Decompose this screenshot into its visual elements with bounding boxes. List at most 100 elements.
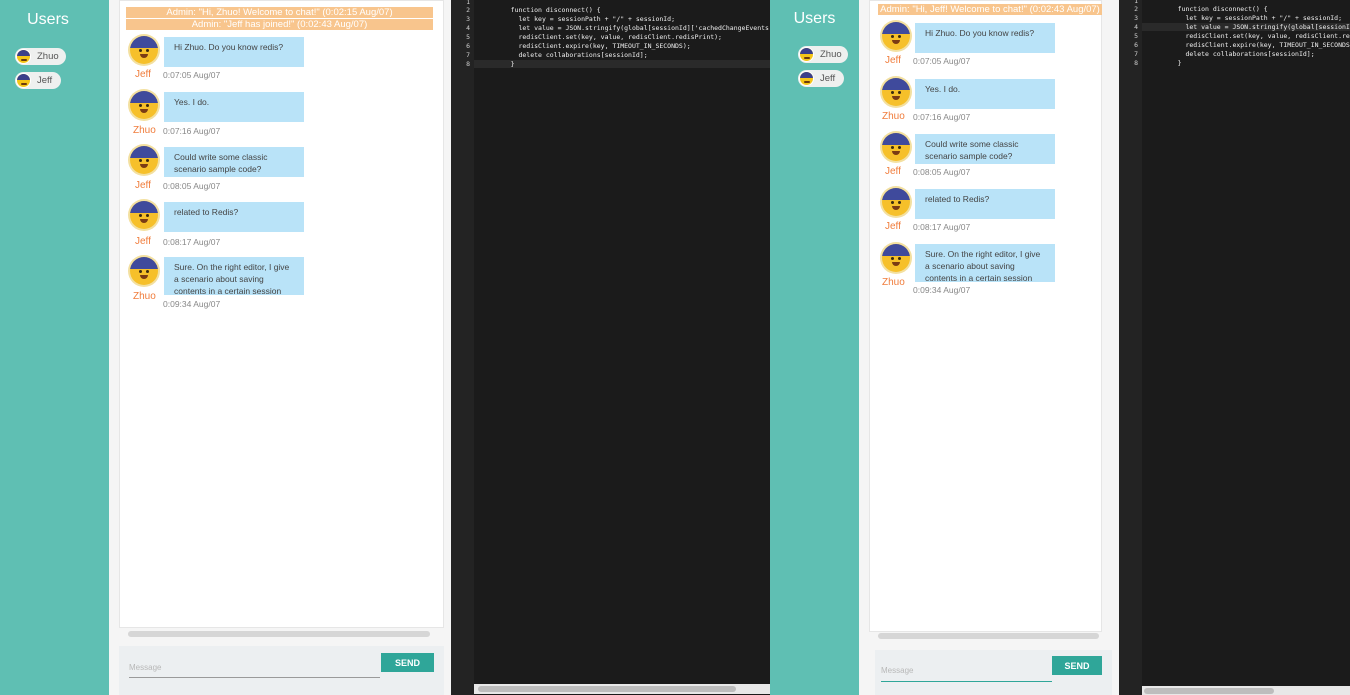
message-bubble: related to Redis? [915,189,1055,219]
message-timestamp: 0:07:05 Aug/07 [913,56,971,66]
message-bubble: related to Redis? [164,202,304,232]
chat-scrollbar[interactable] [878,633,1099,639]
line-number-gutter: 1 2 3 4 5 6 7 8 [1119,0,1142,695]
code-editor-right[interactable]: 1 2 3 4 5 6 7 8 function disconnect() { … [1119,0,1350,695]
code-line: delete collaborations[sessionId]; [1162,50,1315,58]
line-number: 7 [466,51,470,59]
user-avatar-icon [799,47,814,62]
message-timestamp: 0:07:16 Aug/07 [913,112,971,122]
message-sender: Jeff [885,166,901,177]
message-sender: Zhuo [133,291,156,302]
line-number: 3 [466,15,470,23]
users-title: Users [793,10,836,27]
avatar [882,188,910,216]
user-chip-label: Zhuo [37,51,59,62]
user-chip-jeff[interactable]: Jeff [15,72,61,89]
screen: Users Zhuo Jeff Admin: "Hi, Zhuo! Welcom… [0,0,1350,695]
message-bubble: Could write some classic scenario sample… [915,134,1055,164]
line-number: 2 [1134,5,1138,13]
message-sender: Jeff [885,55,901,66]
message-input[interactable] [129,660,380,678]
user-avatar-icon [799,71,814,86]
users-sidebar-left: Users Zhuo Jeff [0,0,109,695]
message-timestamp: 0:08:05 Aug/07 [913,167,971,177]
line-number: 8 [466,60,470,68]
message-list[interactable]: Admin: "Hi, Jeff! Welcome to chat!" (0:0… [869,0,1102,632]
code-line: let value = JSON.stringify(global[sessio… [1185,23,1350,31]
chat-scrollbar[interactable] [128,631,430,637]
message-timestamp: 0:08:17 Aug/07 [913,222,971,232]
message-bubble: Sure. On the right editor, I give a scen… [915,244,1055,283]
avatar [130,201,158,229]
avatar [130,257,158,285]
avatar [130,36,158,64]
user-chip-label: Jeff [820,73,836,84]
admin-message: Admin: "Hi, Zhuo! Welcome to chat!" (0:0… [126,7,433,18]
users-title: Users [27,11,69,28]
code-line: let key = sessionPath + "/" + sessionId; [1162,14,1343,22]
message-timestamp: 0:07:16 Aug/07 [163,126,221,136]
line-number: 6 [466,42,470,50]
message-sender: Jeff [135,69,151,80]
avatar [882,244,910,272]
line-number: 6 [1134,41,1138,49]
message-sender: Zhuo [882,277,905,288]
message-bubble: Hi Zhuo. Do you know redis? [164,37,304,67]
user-avatar-icon [16,73,31,88]
message-list[interactable]: Admin: "Hi, Zhuo! Welcome to chat!" (0:0… [119,0,444,628]
admin-message: Admin: "Jeff has joined!" (0:02:43 Aug/0… [126,19,433,30]
message-timestamp: 0:09:34 Aug/07 [163,299,221,309]
message-sender: Zhuo [882,111,905,122]
message-sender: Jeff [135,236,151,247]
code-line: function disconnect() { [495,6,601,14]
user-avatar-icon [16,49,31,64]
send-button[interactable]: SEND [1052,656,1102,675]
line-number-gutter: 1 2 3 4 5 6 7 8 [451,0,474,695]
avatar [130,91,158,119]
message-timestamp: 0:08:05 Aug/07 [163,181,221,191]
message-timestamp: 0:08:17 Aug/07 [163,237,221,247]
current-line-highlight [474,60,770,68]
editor-scrollbar[interactable] [478,686,736,692]
message-sender: Zhuo [133,125,156,136]
user-chip-jeff[interactable]: Jeff [798,70,844,87]
code-line: redisClient.expire(key, TIMEOUT_IN_SECON… [1162,41,1350,49]
line-number: 3 [1134,14,1138,22]
code-line: delete collaborations[sessionId]; [495,51,648,59]
code-line: function disconnect() { [1162,5,1268,13]
send-button[interactable]: SEND [381,653,434,672]
message-sender: Jeff [135,180,151,191]
user-chip-label: Zhuo [820,49,842,60]
message-bubble: Yes. I do. [164,92,304,122]
code-line: redisClient.set(key, value, redisClient.… [1185,32,1350,40]
users-sidebar-right: Users Zhuo Jeff [770,0,859,695]
user-chip-zhuo[interactable]: Zhuo [798,46,848,63]
editor-scrollbar[interactable] [1144,688,1274,694]
message-bubble: Yes. I do. [915,79,1055,109]
line-number: 4 [466,24,470,32]
avatar [882,22,910,50]
code-editor-left[interactable]: 1 2 3 4 5 6 7 8 function disconnect() { … [451,0,770,695]
message-input[interactable] [881,662,1052,682]
line-number: 8 [1134,59,1138,67]
avatar [130,146,158,174]
code-line: let key = sessionPath + "/" + sessionId; [495,15,676,23]
avatar [882,133,910,161]
line-number: 5 [1134,32,1138,40]
chat-panel-right: Admin: "Hi, Jeff! Welcome to chat!" (0:0… [859,0,1119,695]
line-number: 4 [1134,23,1138,31]
message-bubble: Sure. On the right editor, I give a scen… [164,257,304,296]
line-number: 7 [1134,50,1138,58]
code-line: redisClient.set(key, value, redisClient.… [495,33,722,41]
message-sender: Jeff [885,221,901,232]
code-line: } [1162,59,1182,67]
admin-message: Admin: "Hi, Jeff! Welcome to chat!" (0:0… [878,4,1102,15]
message-bubble: Hi Zhuo. Do you know redis? [915,23,1055,53]
message-timestamp: 0:07:05 Aug/07 [163,70,221,80]
user-chip-zhuo[interactable]: Zhuo [15,48,66,65]
chat-panel-left: Admin: "Hi, Zhuo! Welcome to chat!" (0:0… [109,0,451,695]
message-composer: SEND [119,646,444,695]
user-chip-label: Jeff [37,75,53,86]
code-line: let value = JSON.stringify(global[sessio… [495,24,770,32]
message-bubble: Could write some classic scenario sample… [164,147,304,177]
